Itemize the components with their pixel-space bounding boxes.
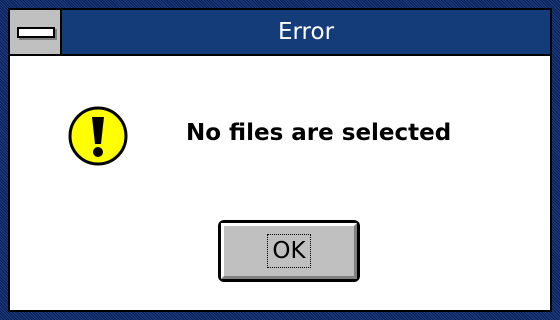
error-message: No files are selected	[186, 120, 452, 146]
dialog-body: No files are selected OK	[8, 56, 552, 312]
ok-button-face: OK	[221, 223, 357, 279]
system-menu-button[interactable]	[10, 10, 62, 54]
title-bar[interactable]: Error	[8, 8, 552, 56]
window-title: Error	[277, 19, 335, 45]
error-dialog: Error No files are selected OK	[0, 0, 560, 320]
ok-button[interactable]: OK	[218, 220, 360, 282]
ok-button-label: OK	[267, 234, 311, 268]
warning-exclamation-icon	[68, 106, 128, 166]
system-menu-icon	[17, 27, 55, 38]
